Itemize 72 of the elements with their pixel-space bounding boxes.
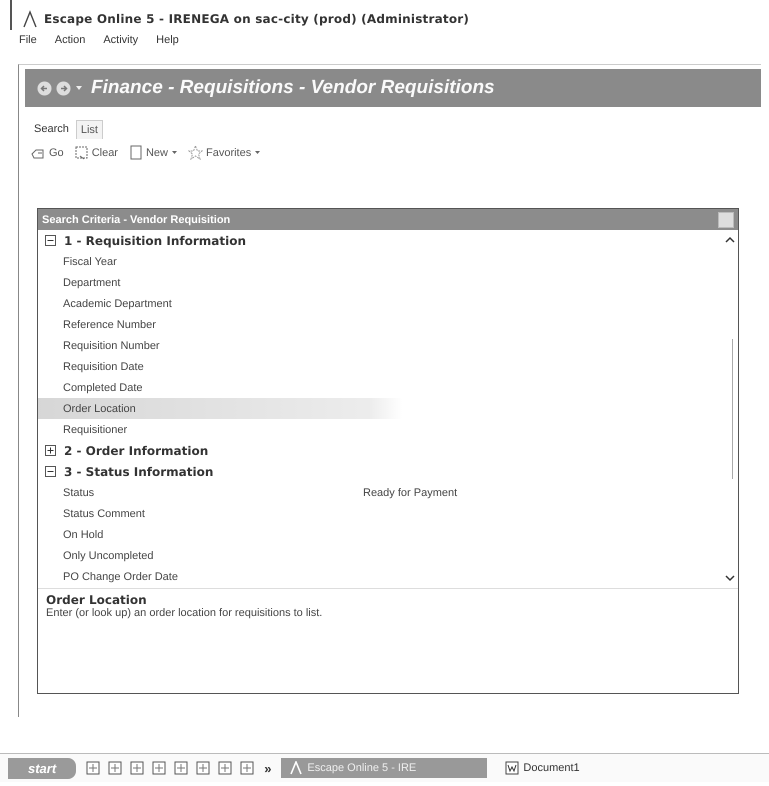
- group-label[interactable]: 3 - Status Information: [64, 464, 214, 478]
- criteria-row[interactable]: Reference Number: [38, 314, 702, 335]
- window-title: Escape Online 5 - IRENEGA on sac-city (prod) (Administrator): [44, 12, 470, 26]
- quick-launch-icon[interactable]: [86, 761, 100, 775]
- scroll-up-icon[interactable]: [725, 236, 735, 243]
- criteria-row[interactable]: Requisitioner: [38, 419, 702, 440]
- field-label: Requisition Date: [63, 360, 145, 372]
- scroll-thumb[interactable]: [732, 339, 736, 479]
- menu-item[interactable]: Help: [156, 34, 179, 52]
- collapse-icon[interactable]: [45, 466, 56, 477]
- criteria-title: Search Criteria - Vendor Requisition: [42, 214, 230, 226]
- field-label: Status: [63, 486, 96, 498]
- criteria-row[interactable]: Status Comment: [38, 503, 702, 524]
- quick-launch-icon[interactable]: [152, 761, 166, 775]
- clear-icon: [74, 145, 89, 160]
- criteria-row[interactable]: Completed Date: [38, 377, 702, 398]
- escape-icon: [289, 761, 304, 775]
- caret-icon[interactable]: [75, 85, 83, 91]
- page-title: Finance - Requisitions - Vendor Requisitions: [91, 77, 495, 99]
- tab[interactable]: List: [76, 120, 103, 139]
- quick-launch-icon[interactable]: [196, 761, 210, 775]
- field-label: Department: [63, 276, 122, 288]
- menu-item[interactable]: Action: [54, 34, 86, 52]
- word-icon: [505, 761, 520, 775]
- field-label: Academic Department: [63, 298, 173, 310]
- field-label: Status Comment: [63, 508, 146, 520]
- criteria-row[interactable]: Requisition Date: [38, 356, 702, 377]
- description-text: Enter (or look up) an order location for requisitions to list.: [46, 607, 324, 619]
- description-title: Order Location: [46, 593, 148, 607]
- field-label: Only Uncompleted: [63, 550, 154, 562]
- quick-launch-icon[interactable]: [218, 761, 232, 775]
- favorites-icon: [188, 145, 203, 160]
- group-label[interactable]: 1 - Requisition Information: [64, 234, 246, 248]
- field-label: Reference Number: [63, 318, 157, 330]
- menu-item[interactable]: File: [19, 34, 37, 52]
- quick-launch-icon[interactable]: [174, 761, 188, 775]
- quick-launch-icon[interactable]: [240, 761, 254, 775]
- field-label: Order Location: [63, 402, 137, 414]
- criteria-row[interactable]: PO Change Order Date: [38, 566, 702, 587]
- new-icon: [128, 145, 143, 160]
- field-label: Fiscal Year: [63, 256, 118, 268]
- quick-launch-icon[interactable]: [108, 761, 122, 775]
- field-label: Completed Date: [63, 382, 144, 394]
- caret-icon: [254, 150, 262, 155]
- back-icon[interactable]: [37, 80, 52, 96]
- criteria-row[interactable]: Status Ready for Payment: [38, 482, 702, 503]
- toolbar-button[interactable]: Go: [31, 145, 64, 160]
- toolbar-button[interactable]: New: [128, 145, 178, 160]
- scroll-down-icon[interactable]: [725, 575, 735, 582]
- toolbar-button[interactable]: Clear: [74, 145, 118, 160]
- criteria-row[interactable]: Department: [38, 272, 702, 293]
- menu-item[interactable]: Activity: [103, 34, 138, 52]
- field-label: PO Change Order Date: [63, 570, 179, 582]
- criteria-row[interactable]: Fiscal Year: [38, 251, 702, 272]
- group-label[interactable]: 2 - Order Information: [64, 444, 208, 458]
- criteria-row[interactable]: Requisition Number: [38, 335, 702, 356]
- collapse-icon[interactable]: [45, 235, 56, 246]
- criteria-row[interactable]: On Hold: [38, 524, 702, 545]
- field-label: On Hold: [63, 528, 104, 540]
- quick-launch-icon[interactable]: [130, 761, 144, 775]
- more-button[interactable]: »: [264, 760, 272, 776]
- field-value: Ready for Payment: [363, 486, 458, 498]
- field-label: Requisitioner: [63, 424, 128, 436]
- criteria-row[interactable]: Academic Department: [38, 293, 702, 314]
- logo-icon: [22, 10, 38, 28]
- field-label: Requisition Number: [63, 340, 161, 352]
- criteria-row[interactable]: Only Uncompleted: [38, 545, 702, 566]
- forward-icon[interactable]: [56, 80, 71, 96]
- toolbar-button[interactable]: Favorites: [188, 145, 262, 160]
- taskbar-button[interactable]: Document1: [497, 758, 588, 778]
- expand-icon[interactable]: [45, 445, 56, 456]
- caret-icon: [171, 150, 178, 155]
